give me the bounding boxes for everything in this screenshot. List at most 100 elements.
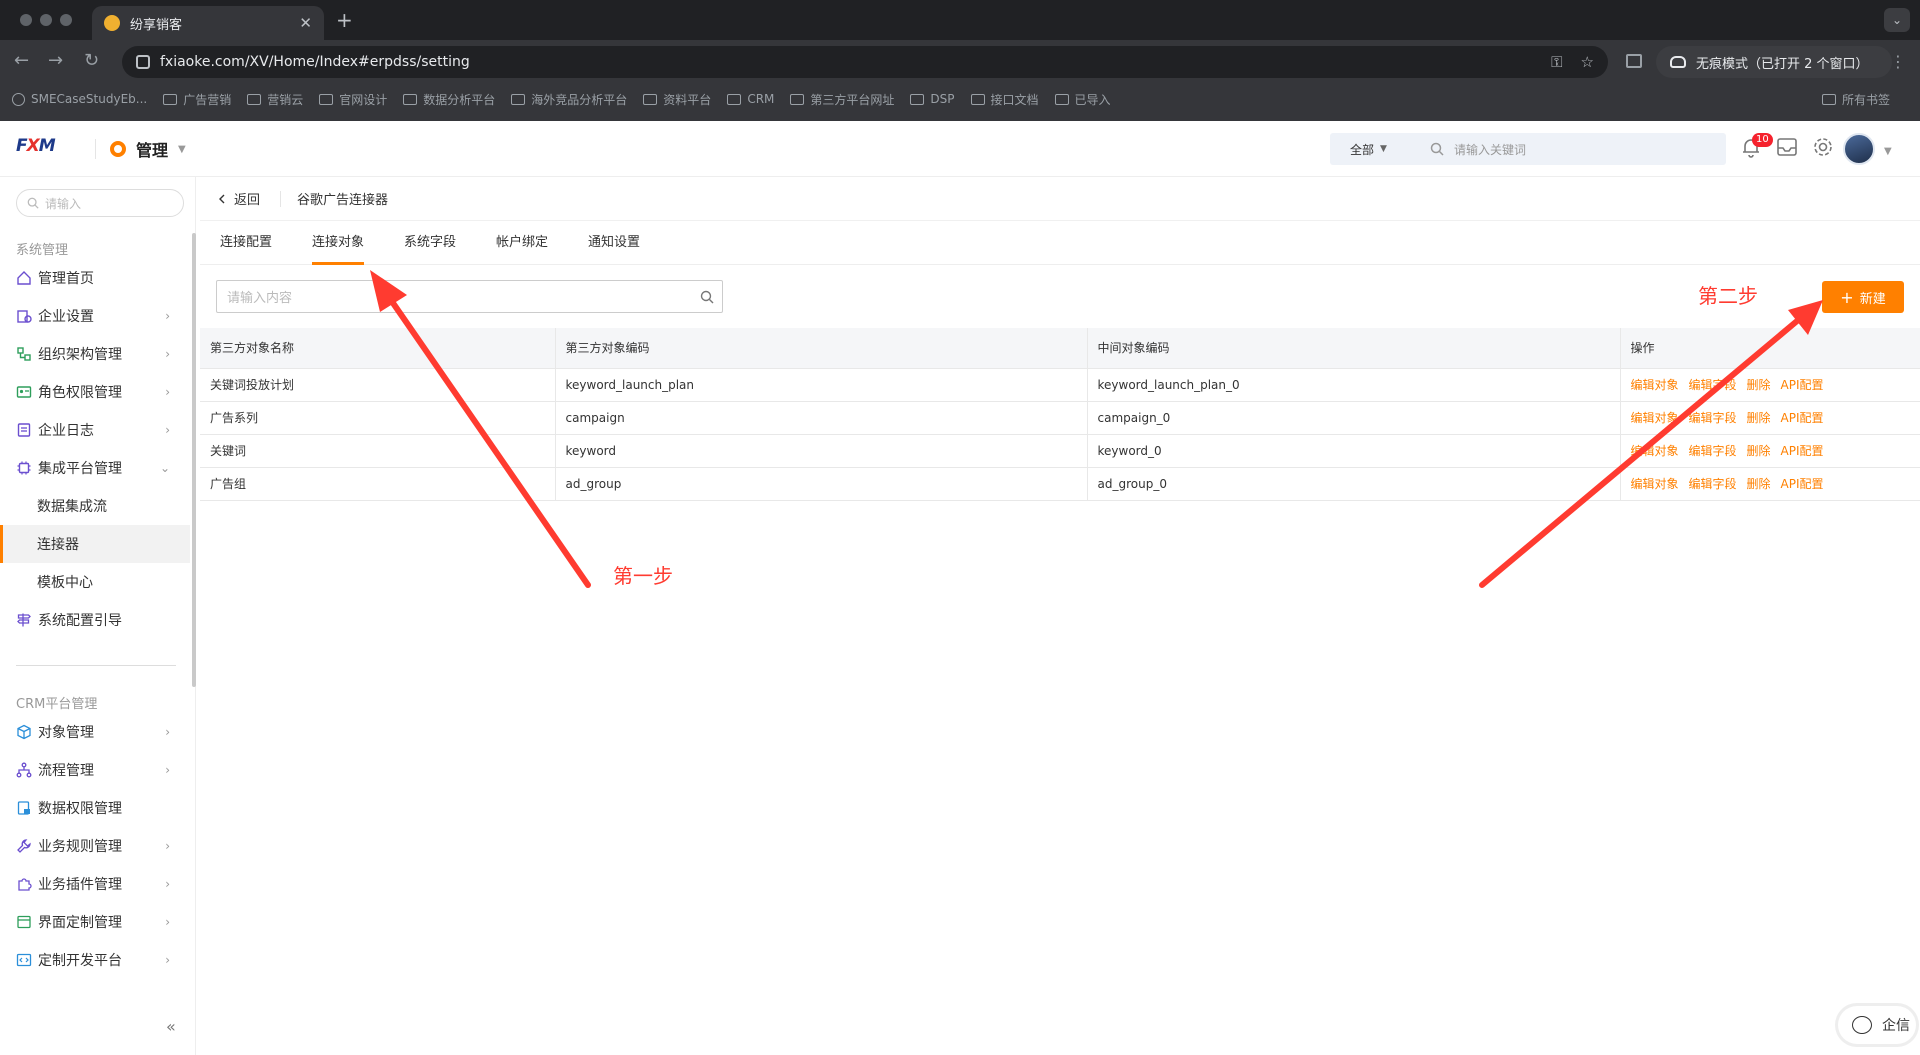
app-switcher[interactable]: 管理 ▼ xyxy=(110,137,186,161)
bookmark-folder[interactable]: 已导入 xyxy=(1054,91,1111,108)
sidebar-item-business-rules[interactable]: 业务规则管理 › xyxy=(0,827,190,865)
content-search-input[interactable]: 请输入内容 xyxy=(216,280,723,313)
window-controls[interactable] xyxy=(20,14,72,26)
collapse-sidebar-icon[interactable]: « xyxy=(166,1017,176,1036)
chevron-right-icon: › xyxy=(165,725,170,739)
sidebar-item-data-permissions[interactable]: 数据权限管理 xyxy=(0,789,190,827)
star-icon[interactable]: ☆ xyxy=(1581,53,1594,71)
inbox-icon[interactable] xyxy=(1776,137,1798,157)
column-header[interactable]: 第三方对象名称 xyxy=(200,328,556,369)
sidebar-item-setup-guide[interactable]: 系统配置引导 xyxy=(0,601,190,639)
delete-link[interactable]: 删除 xyxy=(1747,477,1771,491)
edit-fields-link[interactable]: 编辑字段 xyxy=(1689,477,1737,491)
id-card-icon xyxy=(16,386,32,398)
incognito-indicator[interactable]: 无痕模式（已打开 2 个窗口） xyxy=(1656,46,1892,78)
delete-link[interactable]: 删除 xyxy=(1747,411,1771,425)
bookmark-folder[interactable]: 官网设计 xyxy=(319,91,387,108)
bookmark-folder[interactable]: 第三方平台网址 xyxy=(790,91,894,108)
sidebar-scrollbar[interactable] xyxy=(192,233,196,687)
bookmark-folder[interactable]: 资料平台 xyxy=(643,91,711,108)
back-button[interactable]: 返回 xyxy=(216,189,260,208)
delete-link[interactable]: 删除 xyxy=(1747,444,1771,458)
home-icon xyxy=(17,271,31,285)
settings-app-icon xyxy=(110,141,126,157)
sidebar-item-ui-customization[interactable]: 界面定制管理 › xyxy=(0,903,190,941)
password-key-icon[interactable]: ⚿ xyxy=(1551,53,1562,71)
sidebar-item-role-permissions[interactable]: 角色权限管理 › xyxy=(0,373,190,411)
edit-object-link[interactable]: 编辑对象 xyxy=(1631,378,1679,392)
edit-fields-link[interactable]: 编辑字段 xyxy=(1689,444,1737,458)
table-row[interactable]: 广告系列 campaign campaign_0 编辑对象 编辑字段 删除 API配置 xyxy=(200,401,1920,435)
bookmark-folder[interactable]: 接口文档 xyxy=(970,91,1039,108)
sidebar-item-org-structure[interactable]: 组织架构管理 › xyxy=(0,335,190,373)
column-header[interactable]: 第三方对象编码 xyxy=(555,328,1088,369)
caret-down-icon[interactable]: ▼ xyxy=(1884,146,1892,157)
table-row[interactable]: 广告组 ad_group ad_group_0 编辑对象 编辑字段 删除 API配置 xyxy=(200,467,1920,501)
site-info-icon[interactable] xyxy=(136,55,150,69)
tab-notification-settings[interactable]: 通知设置 xyxy=(588,221,640,265)
edit-fields-link[interactable]: 编辑字段 xyxy=(1689,411,1737,425)
sidebar-item-company-settings[interactable]: 企业设置 › xyxy=(0,297,190,335)
api-config-link[interactable]: API配置 xyxy=(1781,411,1824,425)
bookmark-folder[interactable]: 海外竞品分析平台 xyxy=(511,91,627,108)
bookmark-folder[interactable]: 营销云 xyxy=(247,91,303,108)
bookmark-folder[interactable]: CRM xyxy=(727,92,774,106)
search-scope-select[interactable]: 全部 ▼ xyxy=(1330,141,1420,158)
sidebar-search-input[interactable]: 请输入 xyxy=(16,189,184,217)
object-name: 广告系列 xyxy=(200,401,556,435)
search-input[interactable]: 请输入关键词 xyxy=(1454,141,1526,158)
api-config-link[interactable]: API配置 xyxy=(1781,378,1824,392)
folder-icon xyxy=(319,93,334,105)
sidebar-item-data-integration-flow[interactable]: 数据集成流 xyxy=(0,487,190,525)
delete-link[interactable]: 删除 xyxy=(1747,378,1771,392)
sidebar-item-template-center[interactable]: 模板中心 xyxy=(0,563,190,601)
bookmark-folder[interactable]: 数据分析平台 xyxy=(403,91,495,108)
browser-tab[interactable]: 纷享销客 ✕ xyxy=(92,6,324,40)
notification-badge: 10 xyxy=(1752,133,1773,147)
brand-logo[interactable]: FXM xyxy=(16,136,62,156)
edit-fields-link[interactable]: 编辑字段 xyxy=(1689,378,1737,392)
close-icon[interactable]: ✕ xyxy=(299,14,312,32)
side-panel-icon[interactable] xyxy=(1626,54,1642,68)
tab-connection-objects[interactable]: 连接对象 xyxy=(312,221,365,265)
table-row[interactable]: 关键词 keyword keyword_0 编辑对象 编辑字段 删除 API配置 xyxy=(200,434,1920,468)
tab-search-icon[interactable]: ⌄ xyxy=(1884,8,1910,32)
tab-account-binding[interactable]: 帐户绑定 xyxy=(496,221,548,265)
api-config-link[interactable]: API配置 xyxy=(1781,477,1824,491)
forward-arrow-icon[interactable]: → xyxy=(48,50,63,71)
reload-icon[interactable]: ↻ xyxy=(84,50,99,71)
sidebar-item-custom-dev-platform[interactable]: 定制开发平台 › xyxy=(0,941,190,979)
new-tab-icon[interactable]: + xyxy=(336,8,353,32)
chevron-left-icon xyxy=(219,194,225,203)
sidebar-item-integration-platform[interactable]: 集成平台管理 ⌄ xyxy=(0,449,190,487)
edit-object-link[interactable]: 编辑对象 xyxy=(1631,477,1679,491)
bookmark-folder[interactable]: DSP xyxy=(910,92,955,106)
tab-connection-config[interactable]: 连接配置 xyxy=(220,221,272,265)
search-icon[interactable] xyxy=(700,290,714,304)
bookmark-folder[interactable]: 广告营销 xyxy=(163,91,231,108)
sidebar-item-admin-home[interactable]: 管理首页 xyxy=(0,259,190,297)
sidebar-item-company-log[interactable]: 企业日志 › xyxy=(0,411,190,449)
more-menu-icon[interactable]: ⋮ xyxy=(1890,52,1906,71)
sidebar-item-process-management[interactable]: 流程管理 › xyxy=(0,751,190,789)
table-row[interactable]: 关键词投放计划 keyword_launch_plan keyword_laun… xyxy=(200,368,1920,402)
gear-icon[interactable] xyxy=(1812,136,1834,158)
edit-object-link[interactable]: 编辑对象 xyxy=(1631,444,1679,458)
tab-system-fields[interactable]: 系统字段 xyxy=(404,221,456,265)
sidebar-item-business-plugins[interactable]: 业务插件管理 › xyxy=(0,865,190,903)
chat-widget[interactable]: 企信 xyxy=(1838,1006,1916,1044)
bookmark-item[interactable]: SMECaseStudyEb... xyxy=(12,92,147,106)
address-bar[interactable]: fxiaoke.com/XV/Home/Index#erpdss/setting… xyxy=(122,46,1608,78)
chevron-right-icon: › xyxy=(165,763,170,777)
code-icon xyxy=(16,953,32,967)
all-bookmarks[interactable]: 所有书签 xyxy=(1821,86,1890,112)
avatar[interactable] xyxy=(1843,133,1875,165)
back-arrow-icon[interactable]: ← xyxy=(14,50,29,71)
sidebar-item-object-management[interactable]: 对象管理 › xyxy=(0,713,190,751)
chevron-right-icon: › xyxy=(165,915,170,929)
api-config-link[interactable]: API配置 xyxy=(1781,444,1824,458)
edit-object-link[interactable]: 编辑对象 xyxy=(1631,411,1679,425)
new-button[interactable]: + 新建 xyxy=(1822,281,1904,313)
sidebar-item-connector[interactable]: 连接器 xyxy=(0,525,190,563)
column-header[interactable]: 中间对象编码 xyxy=(1087,328,1621,369)
